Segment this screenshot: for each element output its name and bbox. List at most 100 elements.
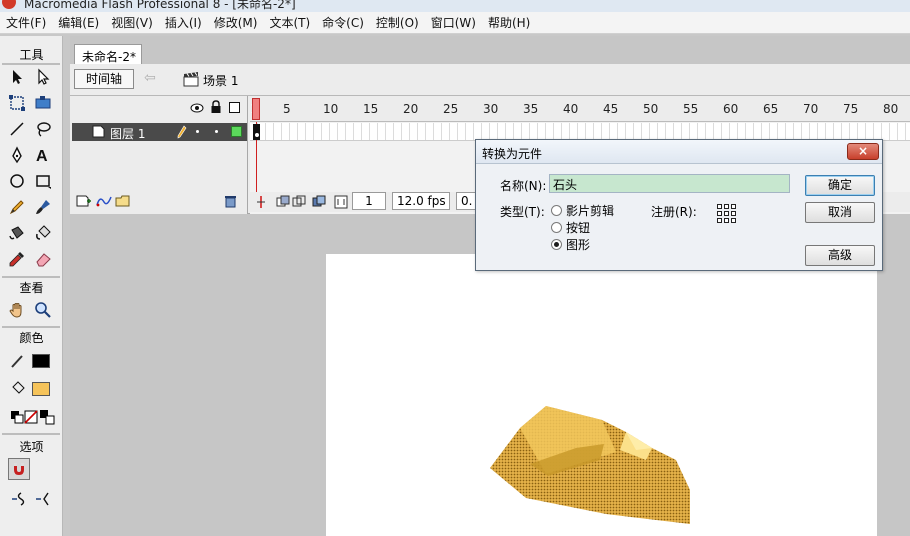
keyframe-dot	[255, 133, 259, 137]
ink-bottle-tool-icon[interactable]	[6, 222, 28, 244]
type-label: 类型(T):	[500, 205, 545, 219]
registration-label: 注册(R):	[651, 205, 697, 219]
add-motion-guide-icon[interactable]	[95, 194, 113, 208]
ruler-tick: 45	[603, 102, 619, 116]
menu-insert[interactable]: 插入(I)	[159, 14, 208, 31]
type-graphic-radio[interactable]	[551, 239, 562, 250]
menu-edit[interactable]: 编辑(E)	[52, 14, 105, 31]
lock-icon[interactable]	[210, 100, 222, 114]
ruler-tick: 40	[563, 102, 579, 116]
type-graphic-label[interactable]: 图形	[566, 236, 590, 253]
tools-title: 工具	[19, 48, 44, 62]
edit-multiple-frames-icon[interactable]	[312, 195, 326, 209]
document-tab[interactable]: 未命名-2*	[74, 44, 142, 64]
layer-footer	[70, 192, 248, 212]
dialog-title-bar: 转换为元件 ×	[476, 140, 882, 164]
ruler-tick: 75	[843, 102, 859, 116]
selection-tool-icon[interactable]	[6, 66, 28, 88]
zoom-tool-icon[interactable]	[32, 299, 54, 321]
menu-window[interactable]: 窗口(W)	[425, 14, 482, 31]
ruler-tick: 65	[763, 102, 779, 116]
dialog-title: 转换为元件	[482, 147, 543, 161]
add-layer-folder-icon[interactable]	[115, 194, 131, 208]
stage-canvas[interactable]	[326, 254, 877, 536]
current-frame-field: 1	[352, 192, 386, 210]
ruler-tick: 15	[363, 102, 379, 116]
options-section-label: 选项	[19, 440, 44, 454]
cancel-button[interactable]: 取消	[805, 202, 875, 223]
layer-page-icon	[92, 125, 105, 138]
menu-commands[interactable]: 命令(C)	[316, 14, 370, 31]
gradient-transform-tool-icon[interactable]	[32, 92, 54, 114]
outline-toggle-icon[interactable]	[229, 102, 240, 113]
type-movieclip-label[interactable]: 影片剪辑	[566, 202, 614, 219]
ruler-tick: 20	[403, 102, 419, 116]
menu-modify[interactable]: 修改(M)	[208, 14, 264, 31]
menu-text[interactable]: 文本(T)	[263, 14, 316, 31]
type-button-label[interactable]: 按钮	[566, 219, 590, 236]
layer-row[interactable]: 图层 1	[72, 123, 247, 141]
rectangle-tool-icon[interactable]	[32, 170, 54, 192]
stroke-color-swatch[interactable]	[32, 354, 50, 368]
window-title: Macromedia Flash Professional 8 - [未命名-2…	[24, 0, 296, 11]
layer-visible-dot[interactable]	[196, 130, 199, 133]
layer-lock-dot[interactable]	[215, 130, 218, 133]
eraser-tool-icon[interactable]	[32, 248, 54, 270]
keyframe[interactable]	[253, 124, 260, 140]
lasso-tool-icon[interactable]	[32, 118, 54, 140]
pen-tool-icon[interactable]	[6, 144, 28, 166]
fill-color-bucket-icon	[6, 378, 28, 400]
color-section-label: 颜色	[19, 331, 44, 345]
swap-colors-icon[interactable]	[36, 406, 58, 428]
text-tool-icon[interactable]: A	[32, 144, 54, 166]
flash-app-icon	[2, 0, 16, 9]
type-button-radio[interactable]	[551, 222, 562, 233]
back-arrow-icon[interactable]: ⇦	[144, 70, 156, 86]
straighten-icon[interactable]	[32, 488, 54, 510]
free-transform-tool-icon[interactable]	[6, 92, 28, 114]
convert-to-symbol-dialog: 转换为元件 × 名称(N): 石头 类型(T): 影片剪辑 按钮 图形 注册(R…	[475, 139, 883, 271]
registration-grid-icon[interactable]	[717, 204, 737, 224]
scene-label[interactable]: 场景 1	[203, 72, 238, 89]
pencil-tool-icon[interactable]	[6, 196, 28, 218]
advanced-button[interactable]: 高级	[805, 245, 875, 266]
subselection-tool-icon[interactable]	[32, 66, 54, 88]
fill-color-swatch[interactable]	[32, 382, 50, 396]
frame-ruler[interactable]: 1 5 10 15 20 25 30 35 40 45 50 55 60 65 …	[250, 96, 910, 122]
hand-tool-icon[interactable]	[6, 299, 28, 321]
oval-tool-icon[interactable]	[6, 170, 28, 192]
snap-magnet-icon[interactable]	[8, 458, 30, 480]
smooth-icon[interactable]	[8, 488, 30, 510]
menu-view[interactable]: 视图(V)	[105, 14, 159, 31]
brush-tool-icon[interactable]	[32, 196, 54, 218]
frame-rate-field[interactable]: 12.0 fps	[392, 192, 450, 210]
timeline-toggle-button[interactable]: 时间轴	[74, 69, 134, 89]
delete-layer-trash-icon[interactable]	[224, 194, 237, 208]
show-hide-eye-icon[interactable]	[190, 102, 204, 114]
ruler-tick: 5	[283, 102, 291, 116]
type-movieclip-radio[interactable]	[551, 205, 562, 216]
layer-outline-color[interactable]	[231, 126, 242, 137]
svg-text:A: A	[36, 148, 48, 164]
onion-skin-outline-icon[interactable]	[292, 195, 306, 209]
dialog-close-button[interactable]: ×	[847, 143, 879, 160]
line-tool-icon[interactable]	[6, 118, 28, 140]
modify-onion-markers-icon[interactable]	[334, 195, 348, 209]
layer-name: 图层 1	[110, 127, 146, 141]
options-divider	[2, 433, 60, 435]
symbol-name-input[interactable]: 石头	[549, 174, 790, 193]
tools-divider	[2, 63, 60, 65]
menu-control[interactable]: 控制(O)	[370, 14, 425, 31]
rock-graphic[interactable]	[486, 404, 696, 529]
ruler-tick: 25	[443, 102, 459, 116]
document-toolbar: 时间轴 ⇦ 场景 1	[70, 64, 910, 96]
eyedropper-tool-icon[interactable]	[6, 248, 28, 270]
ok-button[interactable]: 确定	[805, 175, 875, 196]
add-layer-icon[interactable]	[76, 194, 92, 208]
paint-bucket-tool-icon[interactable]	[32, 222, 54, 244]
center-frame-icon[interactable]	[256, 195, 266, 209]
playhead[interactable]	[252, 98, 260, 120]
menu-help[interactable]: 帮助(H)	[482, 14, 536, 31]
menu-file[interactable]: 文件(F)	[0, 14, 52, 31]
onion-skin-icon[interactable]	[276, 195, 290, 209]
